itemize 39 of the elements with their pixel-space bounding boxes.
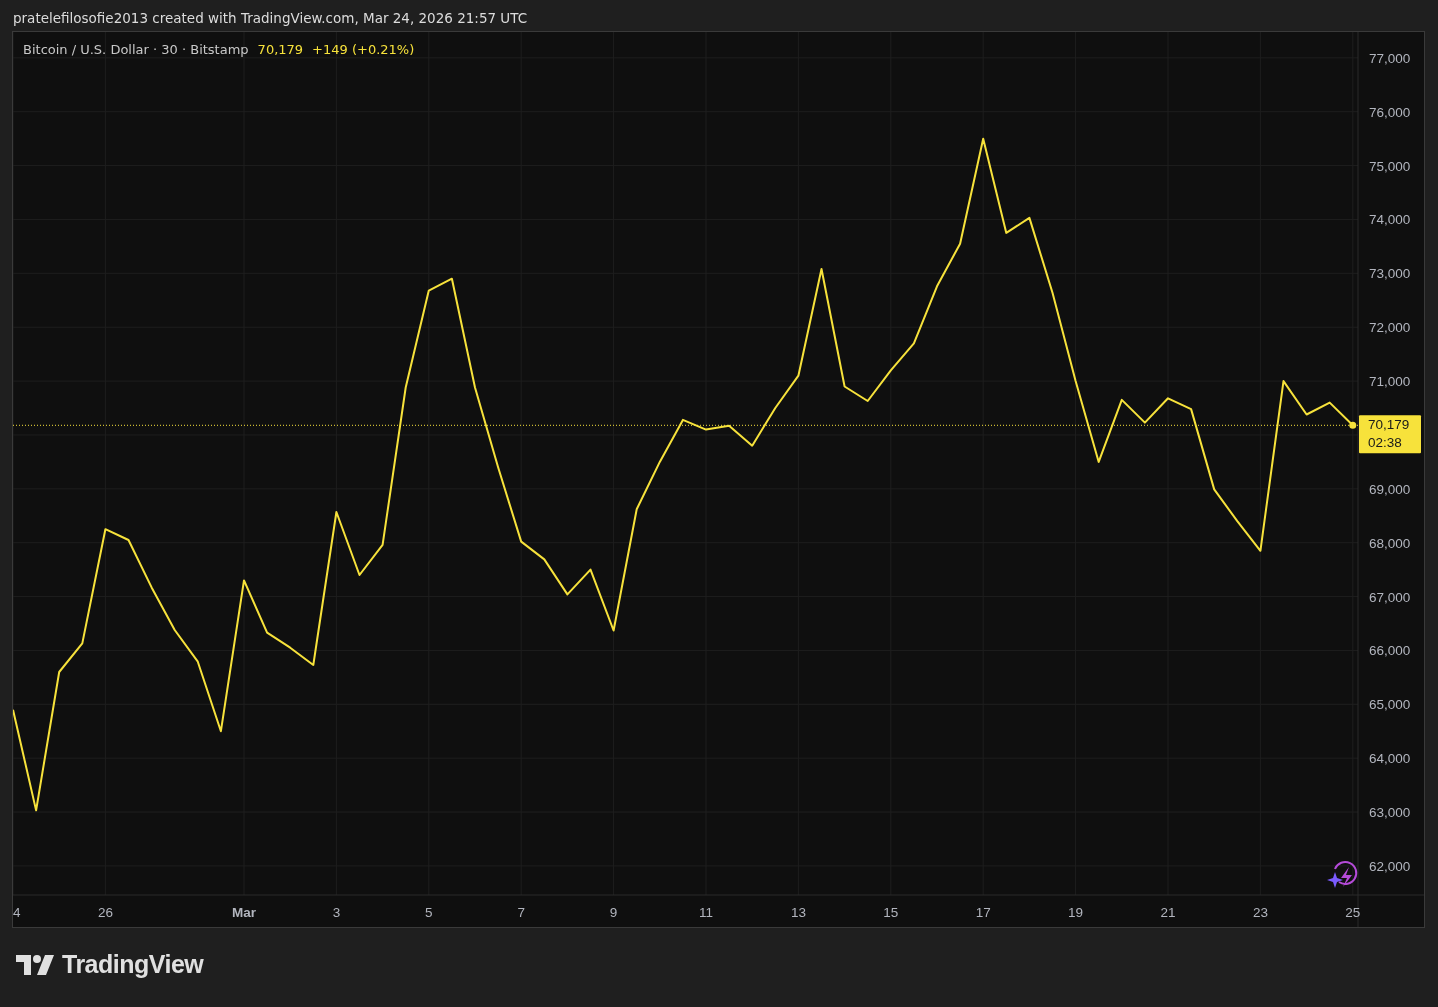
x-axis-label: 4 bbox=[13, 905, 21, 920]
last-price-dot bbox=[1349, 421, 1357, 429]
y-axis-label: 76,000 bbox=[1369, 104, 1411, 120]
y-axis-label: 64,000 bbox=[1369, 751, 1411, 767]
y-axis-label: 65,000 bbox=[1369, 697, 1411, 713]
x-axis-label: 11 bbox=[699, 905, 713, 920]
y-axis-label: 66,000 bbox=[1369, 643, 1411, 659]
y-axis-label: 72,000 bbox=[1369, 320, 1411, 336]
y-axis-label: 73,000 bbox=[1369, 266, 1411, 282]
y-axis-label: 71,000 bbox=[1369, 374, 1411, 390]
lightning-refresh-icon[interactable] bbox=[1327, 861, 1358, 888]
x-axis-label: 19 bbox=[1068, 905, 1084, 920]
x-axis-label: 15 bbox=[883, 905, 899, 920]
price-change: +149 (+0.21%) bbox=[312, 42, 415, 57]
x-axis-label: 21 bbox=[1160, 905, 1176, 920]
x-axis-label: 13 bbox=[790, 905, 806, 920]
symbol-title: Bitcoin / U.S. Dollar · 30 · Bitstamp bbox=[23, 42, 249, 57]
x-axis-label: 25 bbox=[1345, 905, 1361, 920]
x-axis-label: 26 bbox=[97, 905, 113, 920]
x-axis-label: 17 bbox=[975, 905, 991, 920]
y-axis-label: 62,000 bbox=[1369, 858, 1411, 874]
x-axis-label: 3 bbox=[332, 905, 341, 920]
y-axis-label: 77,000 bbox=[1369, 50, 1411, 66]
last-price-label: 70,179 02:38 bbox=[1359, 415, 1421, 454]
brand-name: TradingView bbox=[62, 950, 204, 979]
y-axis-label: 68,000 bbox=[1369, 535, 1411, 551]
y-axis-label: 74,000 bbox=[1369, 212, 1411, 228]
x-axis-label: 23 bbox=[1252, 905, 1268, 920]
x-axis-label: 9 bbox=[609, 905, 618, 920]
y-axis-label: 69,000 bbox=[1369, 481, 1411, 497]
last-price: 70,179 bbox=[257, 42, 304, 57]
logo-icon bbox=[16, 954, 54, 975]
snapshot-caption: pratelefilosofie2013 created with TradingView.com, Mar 24, 2026 21:57 UTC bbox=[12, 9, 529, 28]
y-axis-label: 67,000 bbox=[1369, 589, 1411, 605]
x-axis-label: 7 bbox=[517, 905, 525, 920]
y-axis-label: 75,000 bbox=[1369, 158, 1411, 174]
y-axis-label: 63,000 bbox=[1369, 805, 1411, 821]
x-axis-label: 5 bbox=[425, 905, 433, 920]
x-axis-label: Mar bbox=[232, 905, 256, 920]
